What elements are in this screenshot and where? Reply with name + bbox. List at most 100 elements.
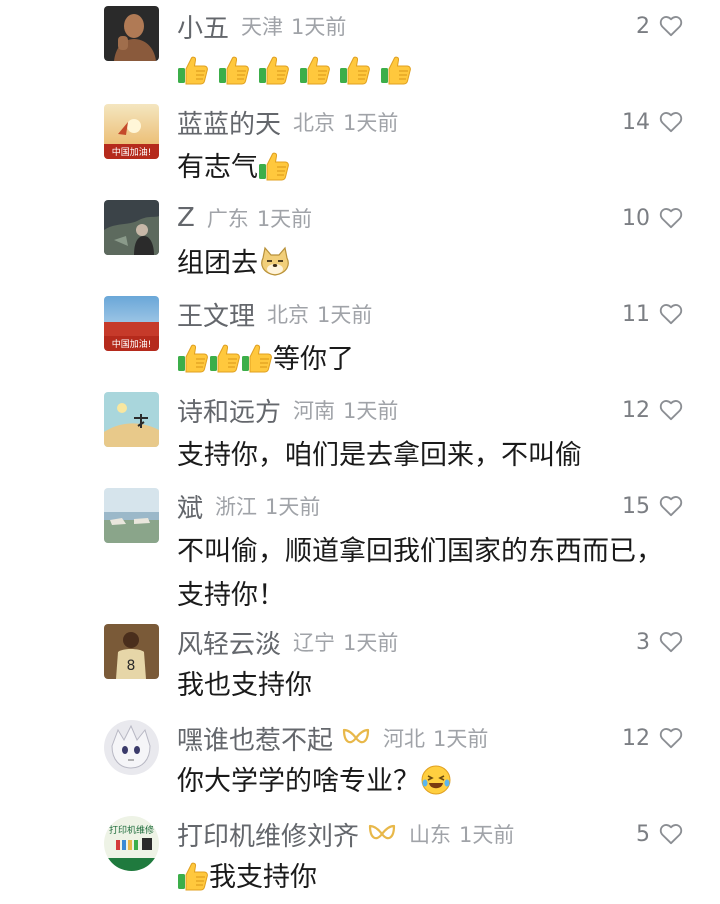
thumbs-up-emoji — [339, 54, 371, 86]
like-button[interactable]: 3 — [636, 624, 684, 660]
thumbs-up-emoji — [209, 342, 241, 374]
comment-text-line: 不叫偷，顺道拿回我们国家的东西而已， — [177, 536, 663, 567]
avatar[interactable] — [104, 200, 159, 255]
location: 北京 — [267, 303, 310, 327]
nickname[interactable]: 小五 — [177, 8, 229, 45]
fan-badge-icon — [341, 726, 371, 750]
timestamp: 1天前 — [343, 631, 399, 655]
location: 北京 — [293, 111, 336, 135]
thumbs-up-emoji — [299, 54, 331, 86]
avatar[interactable]: 8 — [104, 624, 159, 679]
comment-header: 蓝蓝的天 北京 1天前 — [177, 104, 398, 140]
timestamp: 1天前 — [265, 495, 321, 519]
comment-text-content: 有志气 — [177, 152, 258, 183]
thumbs-up-emoji — [380, 54, 412, 86]
comment-text: 我也支持你 — [177, 664, 697, 708]
like-count: 12 — [622, 397, 650, 423]
thumbs-up-emoji — [177, 54, 209, 86]
comment-header: Z 广东 1天前 — [177, 200, 312, 236]
comment-text — [177, 50, 697, 94]
avatar-label: 中国加油! — [112, 338, 152, 350]
heart-outline-icon[interactable] — [658, 493, 684, 519]
like-count: 14 — [622, 109, 650, 135]
comment-text-content: 支持你，咱们是去拿回来，不叫偷 — [177, 440, 582, 471]
like-button[interactable]: 15 — [622, 488, 684, 524]
comment-text-line: 支持你！ — [177, 580, 285, 611]
fan-badge-icon — [367, 822, 397, 846]
nickname[interactable]: 斌 — [177, 488, 203, 525]
comment-text-content: 等你了 — [273, 344, 354, 375]
timestamp: 1天前 — [256, 207, 313, 231]
heart-outline-icon[interactable] — [658, 301, 684, 327]
avatar-label: 中国加油! — [112, 146, 152, 158]
comment-header: 诗和远方 河南 1天前 — [177, 392, 398, 428]
comment-header: 打印机维修刘齐 山东 1天前 — [177, 816, 514, 852]
nickname[interactable]: 嘿谁也惹不起 — [177, 720, 333, 757]
location: 广东 — [206, 207, 249, 231]
timestamp: 1天前 — [291, 15, 347, 39]
nickname[interactable]: 蓝蓝的天 — [177, 104, 281, 141]
location: 河南 — [293, 399, 336, 423]
timestamp: 1天前 — [317, 303, 373, 327]
avatar[interactable] — [104, 720, 159, 775]
comment-text: 有志气 — [177, 146, 697, 190]
comment-text-content: 我支持你 — [209, 862, 317, 893]
avatar[interactable]: 中国加油! — [104, 104, 159, 159]
like-count: 2 — [636, 13, 650, 39]
like-button[interactable]: 12 — [622, 720, 684, 756]
comment-header: 小五 天津 1天前 — [177, 8, 346, 44]
location: 浙江 — [215, 495, 258, 519]
like-button[interactable]: 5 — [636, 816, 684, 852]
like-count: 3 — [636, 629, 650, 655]
thumbs-up-emoji — [258, 150, 290, 182]
thumbs-up-emoji — [177, 860, 209, 892]
avatar-label: 打印机维修 — [109, 824, 154, 836]
nickname[interactable]: 诗和远方 — [177, 392, 281, 429]
comment-header: 斌 浙江 1天前 — [177, 488, 320, 524]
avatar[interactable] — [104, 488, 159, 543]
comment-header: 王文理 北京 1天前 — [177, 296, 372, 332]
like-button[interactable]: 14 — [622, 104, 684, 140]
avatar[interactable] — [104, 6, 159, 61]
comment-header: 风轻云淡 辽宁 1天前 — [177, 624, 398, 660]
comment-text: 不叫偷，顺道拿回我们国家的东西而已， 支持你！ — [177, 530, 697, 618]
heart-outline-icon[interactable] — [658, 397, 684, 423]
nickname[interactable]: Z — [177, 203, 195, 233]
like-button[interactable]: 12 — [622, 392, 684, 428]
like-count: 12 — [622, 725, 650, 751]
comment-text: 支持你，咱们是去拿回来，不叫偷 — [177, 434, 697, 478]
svg-text:8: 8 — [127, 658, 136, 674]
avatar[interactable]: 中国加油! — [104, 296, 159, 351]
timestamp: 1天前 — [459, 823, 515, 847]
timestamp: 1天前 — [433, 727, 489, 751]
nickname[interactable]: 风轻云淡 — [177, 624, 281, 661]
heart-outline-icon[interactable] — [658, 109, 684, 135]
comment-text-content: 我也支持你 — [177, 670, 312, 701]
like-button[interactable]: 11 — [622, 296, 684, 332]
laughing-emoji — [421, 765, 451, 795]
heart-outline-icon[interactable] — [658, 205, 684, 231]
like-button[interactable]: 10 — [622, 200, 684, 236]
avatar[interactable]: 打印机维修 — [104, 816, 159, 871]
timestamp: 1天前 — [343, 399, 399, 423]
comment-text: 组团去 — [177, 242, 697, 286]
like-count: 10 — [622, 205, 650, 231]
nickname[interactable]: 打印机维修刘齐 — [177, 816, 359, 853]
nickname[interactable]: 王文理 — [177, 296, 255, 333]
like-count: 5 — [636, 821, 650, 847]
heart-outline-icon[interactable] — [658, 13, 684, 39]
comment-text: 等你了 — [177, 338, 697, 382]
like-count: 15 — [622, 493, 650, 519]
thumbs-up-emoji — [177, 342, 209, 374]
timestamp: 1天前 — [343, 111, 399, 135]
heart-outline-icon[interactable] — [658, 821, 684, 847]
thumbs-up-emoji — [241, 342, 273, 374]
heart-outline-icon[interactable] — [658, 629, 684, 655]
comment-text: 我支持你 — [177, 856, 697, 900]
like-button[interactable]: 2 — [636, 8, 684, 44]
avatar[interactable] — [104, 392, 159, 447]
heart-outline-icon[interactable] — [658, 725, 684, 751]
comment-text-content: 你大学学的啥专业？ — [177, 766, 420, 797]
location: 山东 — [409, 823, 452, 847]
location: 天津 — [241, 15, 284, 39]
